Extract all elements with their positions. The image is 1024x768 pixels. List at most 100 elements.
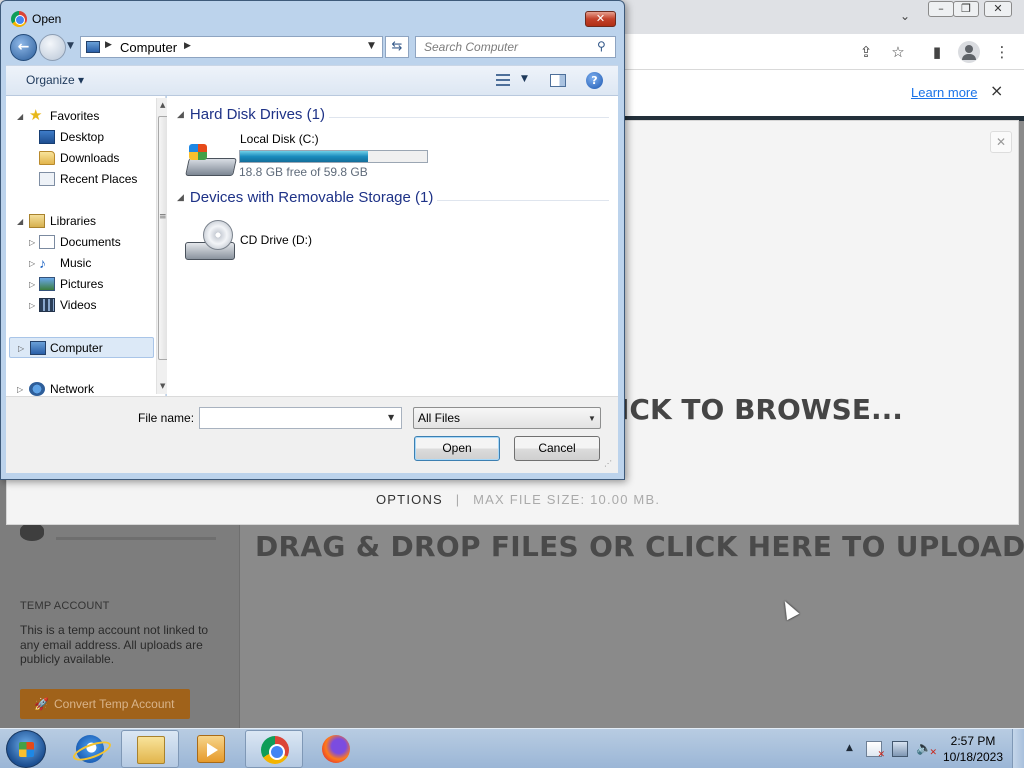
start-button[interactable]: [6, 730, 46, 768]
breadcrumb-chevron-icon[interactable]: ▶: [184, 41, 191, 51]
nav-item-documents[interactable]: ▷ Documents: [6, 232, 151, 253]
side-panel-icon[interactable]: ▮: [926, 41, 948, 63]
address-bar[interactable]: ▶ Computer ▶ ▼: [80, 36, 383, 58]
group-header-label: Hard Disk Drives (1): [189, 106, 325, 123]
drive-name: Local Disk (C:): [240, 132, 319, 146]
disk-usage-bar: [239, 150, 428, 163]
bookmark-star-icon[interactable]: ☆: [887, 41, 909, 63]
browser-close-button[interactable]: ✕: [984, 1, 1012, 17]
modal-close-icon[interactable]: ✕: [990, 131, 1012, 153]
file-type-select[interactable]: All Files ▼: [413, 407, 601, 429]
share-icon[interactable]: ⇪: [855, 41, 877, 63]
network-icon: [29, 382, 45, 396]
change-view-icon[interactable]: [496, 74, 510, 86]
dialog-close-button[interactable]: ✕: [585, 11, 616, 27]
file-name-input[interactable]: ▼: [199, 407, 402, 429]
breadcrumb-computer[interactable]: Computer: [120, 40, 177, 55]
organize-button[interactable]: Organize ▾: [26, 73, 84, 87]
volume-muted-icon[interactable]: 🔈: [916, 741, 937, 761]
search-input[interactable]: Search Computer ⚲: [415, 36, 616, 58]
resize-grip-icon[interactable]: ⋰: [604, 459, 612, 468]
convert-temp-account-label: Convert Temp Account: [54, 697, 175, 711]
clock-date[interactable]: 10/18/2023: [940, 750, 1006, 764]
expand-arrow-icon[interactable]: ◢: [17, 106, 23, 127]
cancel-button[interactable]: Cancel: [514, 436, 600, 461]
taskbar-internet-explorer[interactable]: [61, 730, 119, 768]
group-header-hard-disk-drives[interactable]: ◢ Hard Disk Drives (1): [177, 106, 325, 128]
nav-item-music[interactable]: ▷ ♪ Music: [6, 253, 151, 274]
click-to-browse-text[interactable]: ICK TO BROWSE...: [619, 393, 903, 426]
max-file-size-text: MAX FILE SIZE: 10.00 MB.: [473, 492, 661, 507]
show-desktop-button[interactable]: [1012, 729, 1024, 768]
nav-label: Libraries: [50, 214, 97, 228]
scroll-down-arrow-icon[interactable]: ▼: [160, 382, 165, 390]
restore-button[interactable]: ❐: [953, 1, 979, 17]
disk-usage-fill: [240, 151, 369, 162]
group-collapse-icon[interactable]: ◢: [177, 109, 184, 119]
minimize-button[interactable]: –: [928, 1, 954, 17]
collapse-arrow-icon[interactable]: ▷: [29, 295, 35, 316]
group-header-removable-storage[interactable]: ◢ Devices with Removable Storage (1): [177, 189, 433, 211]
downloads-folder-icon: [39, 151, 55, 165]
nav-item-desktop[interactable]: Desktop: [6, 127, 151, 148]
collapse-arrow-icon[interactable]: ▷: [29, 253, 35, 274]
storage-icon: [20, 523, 44, 541]
group-collapse-icon[interactable]: ◢: [177, 192, 184, 202]
taskbar-chrome[interactable]: [245, 730, 303, 768]
forward-button[interactable]: [39, 34, 66, 61]
preview-pane-icon[interactable]: [550, 74, 566, 87]
clock-time[interactable]: 2:57 PM: [950, 734, 996, 748]
nav-item-pictures[interactable]: ▷ Pictures: [6, 274, 151, 295]
file-name-label: File name:: [138, 411, 195, 425]
tray-overflow-arrow-icon[interactable]: ▲: [846, 743, 853, 753]
help-icon[interactable]: ?: [586, 72, 603, 89]
collapse-arrow-icon[interactable]: ▷: [18, 338, 24, 359]
back-button[interactable]: ←: [10, 34, 37, 61]
hard-disk-body: [185, 158, 237, 176]
learn-more-link[interactable]: Learn more: [911, 85, 977, 100]
options-line: OPTIONS | MAX FILE SIZE: 10.00 MB.: [376, 492, 660, 507]
options-separator: |: [455, 492, 461, 507]
nav-item-recent-places[interactable]: Recent Places: [6, 169, 151, 190]
nav-item-downloads[interactable]: Downloads: [6, 148, 151, 169]
scroll-up-arrow-icon[interactable]: ▲: [160, 101, 165, 109]
nav-item-favorites[interactable]: ◢ ★ Favorites: [6, 106, 151, 127]
view-options-dropdown-icon[interactable]: ▼: [521, 74, 528, 84]
recent-locations-dropdown[interactable]: ▼: [67, 41, 74, 51]
open-button[interactable]: Open: [414, 436, 500, 461]
nav-item-libraries[interactable]: ◢ Libraries: [6, 211, 151, 232]
tab-search-icon[interactable]: ⌄: [896, 6, 914, 26]
videos-film-icon: [39, 298, 55, 312]
convert-temp-account-button[interactable]: 🚀 Convert Temp Account: [20, 689, 190, 719]
nav-label: Computer: [50, 341, 103, 355]
navigation-pane: ◢ ★ Favorites Desktop Downloads Recent P…: [6, 96, 170, 396]
file-name-dropdown-icon[interactable]: ▼: [388, 413, 394, 422]
dialog-footer: File name: ▼ All Files ▼ Open Cancel ⋰: [6, 396, 618, 473]
computer-icon: [86, 41, 100, 53]
network-status-icon[interactable]: [892, 741, 908, 757]
file-type-dropdown-icon[interactable]: ▼: [588, 414, 596, 423]
info-bar-close-icon[interactable]: ×: [990, 81, 1003, 100]
address-dropdown-icon[interactable]: ▼: [368, 41, 375, 51]
options-label[interactable]: OPTIONS: [376, 492, 443, 507]
windows-logo-icon: [19, 742, 34, 757]
taskbar-firefox[interactable]: [307, 730, 365, 768]
breadcrumb-chevron-icon[interactable]: ▶: [105, 40, 112, 50]
refresh-button[interactable]: ⇆: [385, 36, 409, 58]
drive-name: CD Drive (D:): [240, 233, 312, 247]
profile-icon[interactable]: [958, 41, 980, 63]
expand-arrow-icon[interactable]: ◢: [17, 211, 23, 232]
collapse-arrow-icon[interactable]: ▷: [29, 232, 35, 253]
taskbar-file-explorer[interactable]: [121, 730, 179, 768]
taskbar-media-player[interactable]: [182, 730, 240, 768]
search-icon[interactable]: ⚲: [597, 39, 611, 53]
drag-drop-upload-area[interactable]: DRAG & DROP FILES OR CLICK HERE TO UPLOA…: [255, 530, 1024, 563]
action-center-flag-icon[interactable]: [866, 741, 885, 760]
libraries-icon: [29, 214, 45, 228]
nav-item-computer[interactable]: ▷ Computer: [9, 337, 154, 358]
documents-icon: [39, 235, 55, 249]
collapse-arrow-icon[interactable]: ▷: [29, 274, 35, 295]
favorites-star-icon: ★: [29, 107, 43, 124]
nav-item-videos[interactable]: ▷ Videos: [6, 295, 151, 316]
menu-kebab-icon[interactable]: ⋮: [991, 41, 1013, 63]
